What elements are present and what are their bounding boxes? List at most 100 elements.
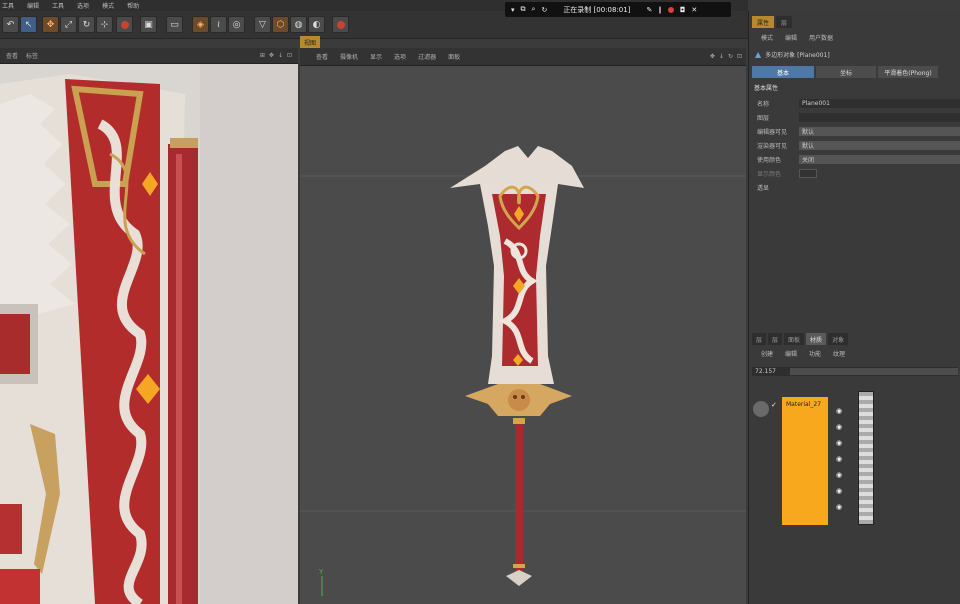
render-visible-select[interactable]: 默认: [799, 140, 960, 150]
stop-record-icon[interactable]: [667, 6, 674, 13]
scale-icon[interactable]: ⤢: [60, 16, 77, 33]
tab-manager[interactable]: 层: [752, 333, 767, 345]
menu-item[interactable]: 选项: [77, 1, 89, 10]
record-key-icon[interactable]: [116, 16, 133, 33]
visibility-column: ◉ ◉ ◉ ◉ ◉ ◉ ◉: [835, 407, 845, 511]
uv-tab[interactable]: 标签: [26, 51, 38, 60]
eye-icon[interactable]: ◉: [835, 423, 843, 431]
attributes-menu-item[interactable]: 模式: [761, 33, 773, 42]
attributes-panel: 属性 层 模式 编辑 用户数据 ▲ 多边形对象 [Plane001] 基本 坐标…: [748, 11, 960, 604]
scene-icon[interactable]: ⬡: [272, 16, 289, 33]
pan-icon[interactable]: ✥: [269, 52, 274, 59]
spline-icon[interactable]: ≀: [210, 16, 227, 33]
search-icon[interactable]: ⌕: [532, 5, 536, 14]
rotate-view-icon[interactable]: ↻: [728, 53, 733, 60]
prop-editor-visible: 编辑器可见 默认: [749, 126, 960, 136]
nurbs-icon[interactable]: ◎: [228, 16, 245, 33]
tab-phong[interactable]: 平滑着色(Phong): [878, 66, 938, 78]
use-color-select[interactable]: 关闭: [799, 154, 960, 164]
window-icon[interactable]: ⧉: [521, 5, 526, 14]
menu-item[interactable]: 编辑: [27, 1, 39, 10]
pen-icon[interactable]: ✎: [646, 6, 652, 14]
layers-menu-item[interactable]: 功能: [809, 349, 821, 358]
uv-tab[interactable]: 查看: [6, 51, 18, 60]
chevron-down-icon[interactable]: ▾: [511, 6, 515, 14]
texture-thumbnail-strip[interactable]: [858, 391, 874, 525]
zoom-icon[interactable]: ⊡: [287, 52, 292, 59]
viewport-menu: 查看 摄像机 显示 选项 过滤器 面板 ✥ ↓ ↻ ⊡: [300, 48, 746, 66]
live-select-icon[interactable]: ↖: [20, 16, 37, 33]
eye-icon[interactable]: ◉: [835, 407, 843, 415]
layer-opacity-slider[interactable]: 72.157: [752, 367, 958, 376]
tab-manager[interactable]: 面板: [784, 333, 805, 345]
material-swatch[interactable]: Material_27: [782, 397, 828, 525]
eye-icon[interactable]: ◉: [835, 471, 843, 479]
camera-icon[interactable]: ◍: [290, 16, 307, 33]
eye-icon[interactable]: ◉: [835, 439, 843, 447]
object-title: 多边形对象 [Plane001]: [765, 52, 830, 59]
3d-viewport[interactable]: Y: [300, 66, 746, 604]
uv-texture-view[interactable]: [0, 64, 298, 604]
viewport-menu-item[interactable]: 选项: [394, 52, 406, 61]
undo-icon[interactable]: ↶: [2, 16, 19, 33]
display-color-swatch[interactable]: [799, 168, 817, 178]
light-icon[interactable]: ◐: [308, 16, 325, 33]
tab-basic[interactable]: 基本: [752, 66, 814, 78]
layers-menu-item[interactable]: 编辑: [785, 349, 797, 358]
maximize-icon[interactable]: ⊡: [737, 53, 742, 60]
tab-manager[interactable]: 材质: [806, 333, 827, 345]
layout-icon[interactable]: ⊞: [260, 52, 265, 59]
cube-icon[interactable]: ◈: [192, 16, 209, 33]
editor-visible-select[interactable]: 默认: [799, 126, 960, 136]
tab-manager[interactable]: 对象: [828, 333, 849, 345]
pause-icon[interactable]: ∥: [658, 6, 662, 14]
viewport-menu-item[interactable]: 过滤器: [418, 52, 436, 61]
material-icon[interactable]: [332, 16, 349, 33]
prop-use-color: 使用颜色 关闭: [749, 154, 960, 164]
camera-icon[interactable]: ◘: [680, 6, 686, 14]
menu-item[interactable]: 工具: [2, 1, 14, 10]
move-icon[interactable]: ✥: [42, 16, 59, 33]
tab-coord[interactable]: 坐标: [816, 66, 876, 78]
prop-display-color: 显示颜色: [749, 168, 960, 178]
material-preview-icon[interactable]: [753, 401, 769, 417]
render-view-icon[interactable]: ▭: [166, 16, 183, 33]
viewport-menu-item[interactable]: 查看: [316, 52, 328, 61]
viewport-menu-item[interactable]: 摄像机: [340, 52, 358, 61]
rotate-icon[interactable]: ↻: [78, 16, 95, 33]
timeline-icon[interactable]: ▣: [140, 16, 157, 33]
menu-item[interactable]: 模式: [102, 1, 114, 10]
prop-render-visible: 渲染器可见 默认: [749, 140, 960, 150]
close-icon[interactable]: ✕: [691, 6, 697, 14]
object-title-row: ▲ 多边形对象 [Plane001]: [749, 50, 960, 59]
tab-viewport[interactable]: 视图: [300, 36, 320, 48]
xray-checkbox[interactable]: [799, 183, 960, 192]
uv-panel-header: 查看 标签 ⊞ ✥ ↓ ⊡: [0, 48, 298, 64]
deformer-icon[interactable]: ▽: [254, 16, 271, 33]
viewport-menu-item[interactable]: 面板: [448, 52, 460, 61]
pan-icon[interactable]: ✥: [710, 53, 715, 60]
recording-status: 正在录制 [00:08:01]: [563, 5, 631, 14]
viewport-menu-item[interactable]: 显示: [370, 52, 382, 61]
arrow-down-icon[interactable]: ↓: [719, 53, 724, 60]
attributes-menu-item[interactable]: 用户数据: [809, 33, 833, 42]
eye-icon[interactable]: ◉: [835, 455, 843, 463]
cinema4d-window: 工具 编辑 工具 选项 模式 帮助 ↶ ↖ ✥ ⤢ ↻ ⊹ ▣ ▭ ◈ ≀ ◎ …: [0, 0, 960, 604]
name-field[interactable]: Plane001: [799, 98, 960, 108]
tab-layers[interactable]: 层: [776, 16, 793, 28]
attributes-menu-item[interactable]: 编辑: [785, 33, 797, 42]
layer-field[interactable]: [799, 112, 960, 122]
menu-item[interactable]: 工具: [52, 1, 64, 10]
arrow-down-icon[interactable]: ↓: [278, 52, 283, 59]
refresh-icon[interactable]: ↻: [541, 6, 547, 14]
axis-icon[interactable]: ⊹: [96, 16, 113, 33]
check-icon[interactable]: ✓: [771, 401, 777, 409]
polygon-object-icon: ▲: [755, 50, 762, 59]
eye-icon[interactable]: ◉: [835, 487, 843, 495]
layers-menu-item[interactable]: 创建: [761, 349, 773, 358]
menu-item[interactable]: 帮助: [127, 1, 139, 10]
layers-menu-item[interactable]: 纹理: [833, 349, 845, 358]
eye-icon[interactable]: ◉: [835, 503, 843, 511]
tab-manager[interactable]: 层: [768, 333, 783, 345]
tab-attributes[interactable]: 属性: [752, 16, 775, 28]
